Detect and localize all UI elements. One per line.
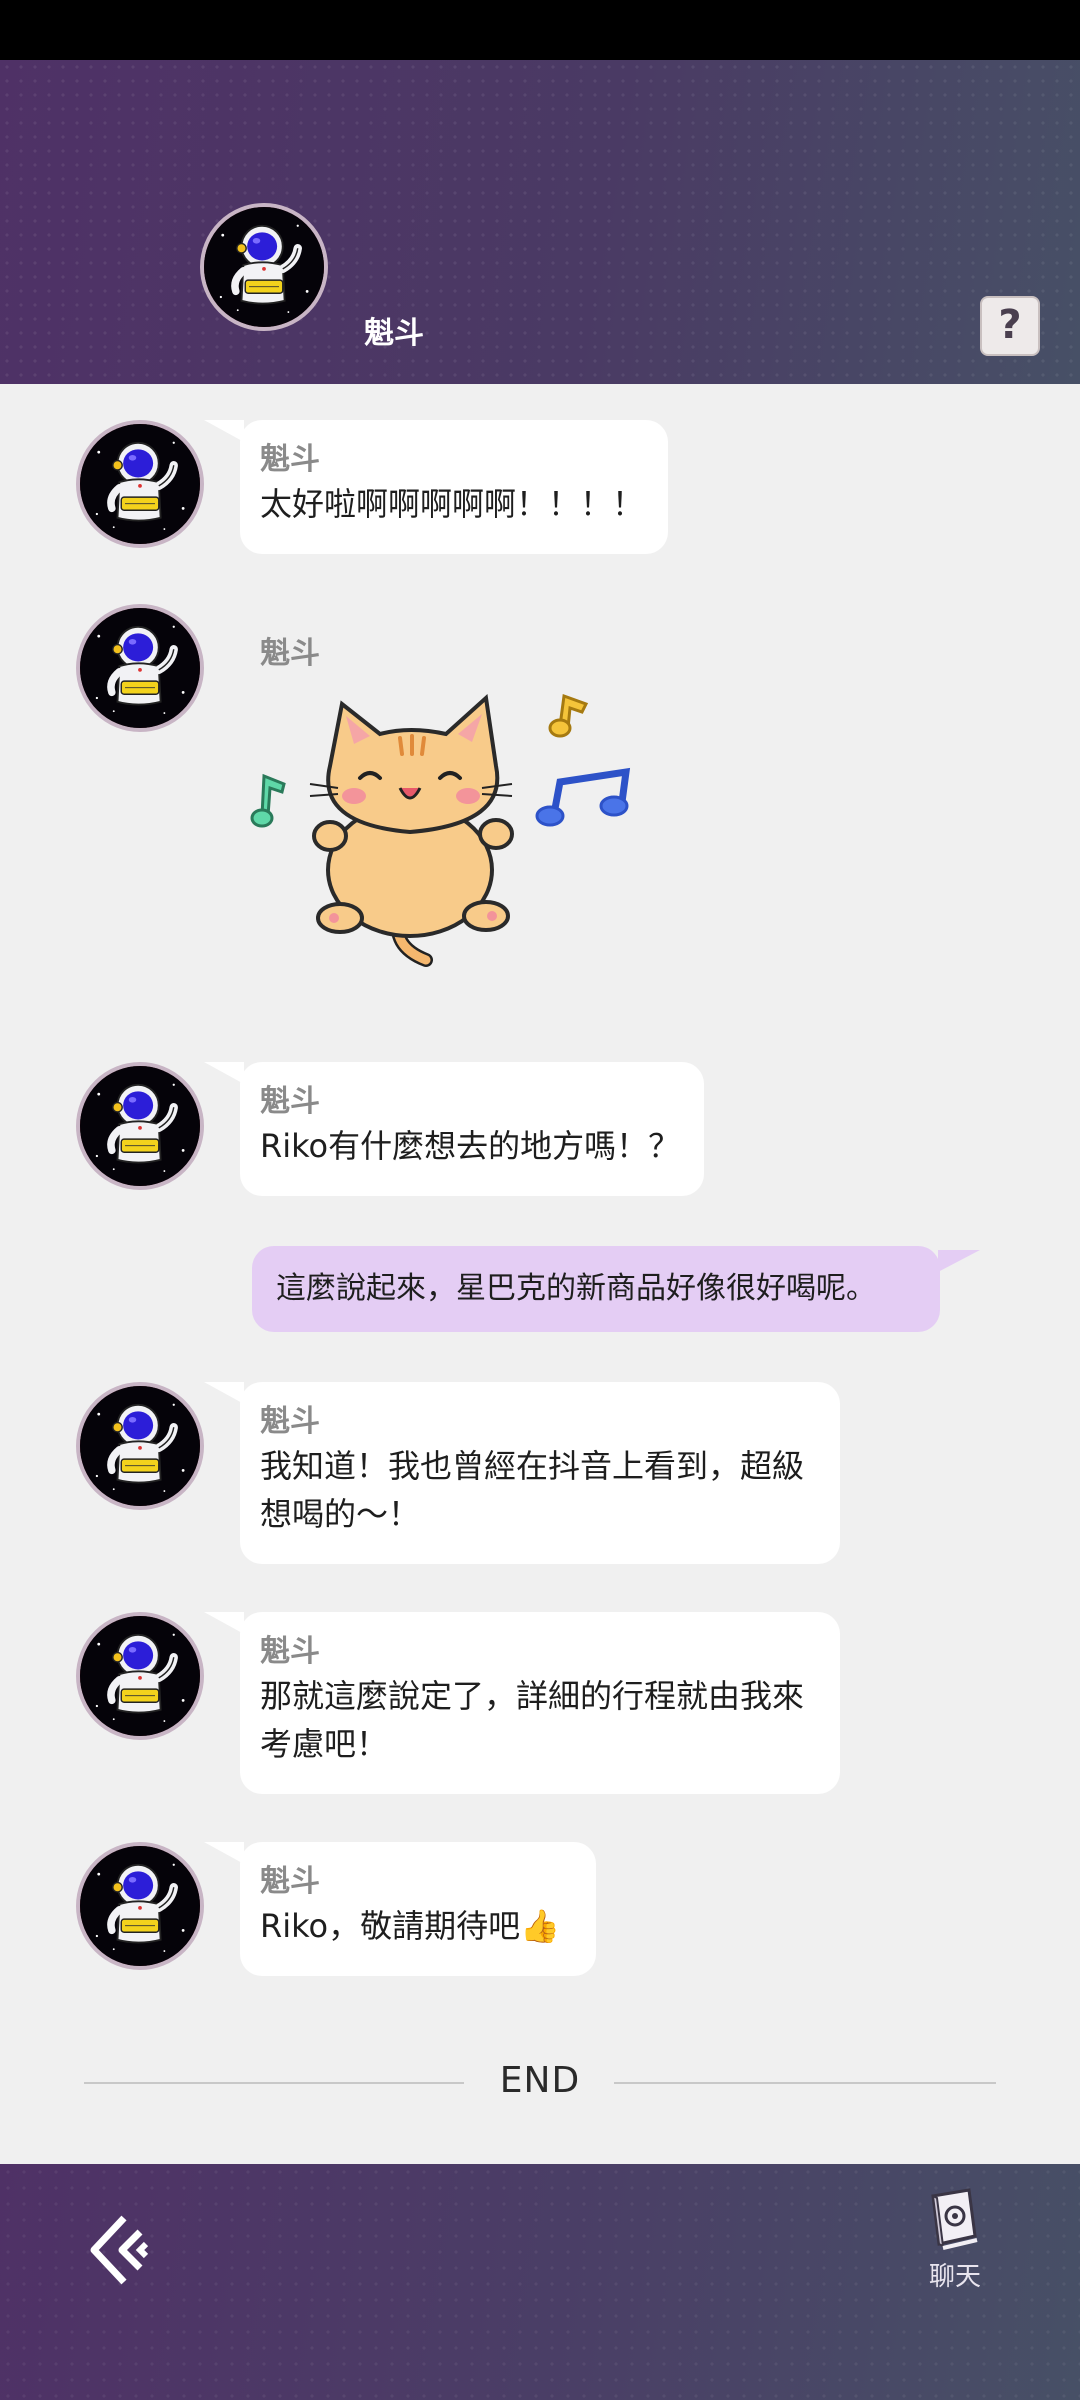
- astronaut-avatar-icon[interactable]: [76, 420, 204, 548]
- chat-area: 魁斗 太好啦啊啊啊啊啊！！！！ 魁斗 魁斗 Riko有什麼想去的地方嗎！？ 這麼…: [0, 384, 1080, 2164]
- message-text-line: 考慮吧！: [260, 1725, 389, 1763]
- message-bubble: 魁斗 Riko有什麼想去的地方嗎！？: [204, 1062, 704, 1196]
- message-sender: 魁斗: [260, 1864, 320, 1899]
- message-sender: 魁斗: [260, 636, 320, 671]
- chat-header: 魁斗: [0, 60, 1080, 384]
- back-icon: [90, 2215, 149, 2285]
- help-button[interactable]: ?: [980, 296, 1040, 356]
- back-button[interactable]: [88, 2214, 160, 2286]
- astronaut-avatar-icon[interactable]: [76, 1062, 204, 1190]
- chat-book-icon: [931, 2188, 978, 2250]
- music-note-icon: [250, 773, 286, 828]
- message-text-line: 那就這麼說定了，詳細的行程就由我來: [260, 1677, 805, 1715]
- message-sender: 魁斗: [260, 1404, 320, 1439]
- message-text: 太好啦啊啊啊啊啊！！！！: [260, 485, 645, 523]
- message-bubble: 魁斗 太好啦啊啊啊啊啊！！！！: [204, 420, 668, 554]
- message-text: Riko，敬請期待吧👍: [260, 1907, 560, 1945]
- end-label: END: [499, 2060, 581, 2101]
- message-sender: 魁斗: [260, 1634, 320, 1669]
- music-note-icon: [548, 693, 589, 738]
- status-bar: [0, 0, 1080, 60]
- end-divider: END: [84, 2052, 996, 2112]
- message-bubble: 魁斗 那就這麼說定了，詳細的行程就由我來 考慮吧！: [204, 1612, 840, 1794]
- chat-label: 聊天: [928, 2262, 981, 2292]
- bottom-bar: 聊天: [0, 2164, 1080, 2400]
- message-bubble: 魁斗 我知道！我也曾經在抖音上看到，超級 想喝的～！: [204, 1382, 840, 1564]
- message-text-line: 我知道！我也曾經在抖音上看到，超級: [260, 1447, 805, 1485]
- header-contact-name: 魁斗: [364, 316, 424, 351]
- music-note-icon: [535, 767, 631, 827]
- message-bubble: 魁斗 Riko，敬請期待吧👍: [204, 1842, 596, 1976]
- astronaut-avatar-icon[interactable]: [76, 604, 204, 732]
- my-message-bubble: 這麼說起來，星巴克的新商品好像很好喝呢。: [252, 1246, 980, 1332]
- message-sender: 魁斗: [260, 442, 320, 477]
- astronaut-avatar-icon[interactable]: [76, 1382, 204, 1510]
- message-text: Riko有什麼想去的地方嗎！？: [260, 1127, 681, 1165]
- dancing-cat-sticker: [250, 684, 634, 974]
- header-avatar-icon: [200, 203, 328, 331]
- message-text-line: 想喝的～！: [260, 1495, 421, 1533]
- message-sender: 魁斗: [260, 1084, 320, 1119]
- astronaut-avatar-icon[interactable]: [76, 1612, 204, 1740]
- divider-line: [614, 2082, 996, 2084]
- astronaut-avatar-icon[interactable]: [76, 1842, 204, 1970]
- chat-button[interactable]: 聊天: [900, 2186, 1010, 2316]
